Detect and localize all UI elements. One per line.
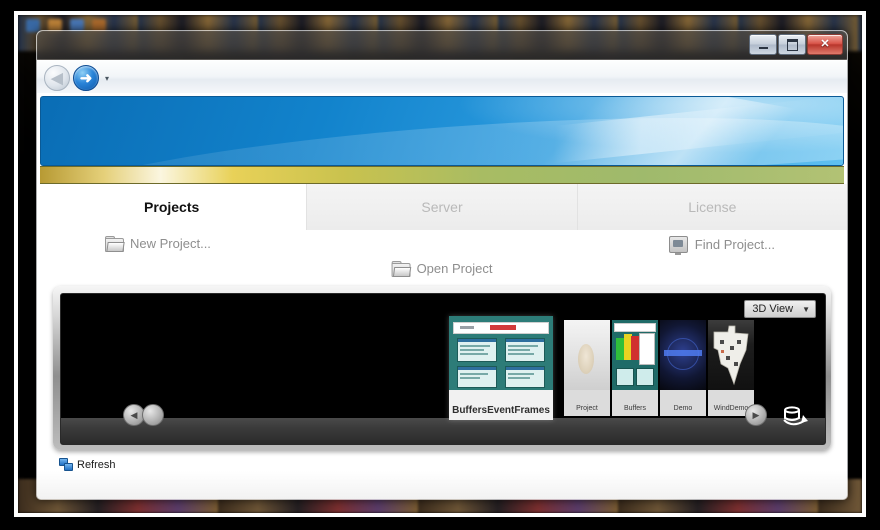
carousel-item[interactable]: WindDemo [708,320,754,416]
window-controls: ✕ [749,34,843,55]
project-thumbnail [564,320,610,390]
chevron-down-icon: ▼ [802,304,810,314]
thumbnail-panel [505,338,545,362]
forward-arrow-icon: ➜ [79,69,93,87]
open-project-label: Open Project [416,261,493,276]
new-project-icon [105,236,125,252]
carousel-cards: BuffersEventFrames Project Buffers Demo … [61,294,825,444]
client-area: Projects Server License New Project... O… [37,93,847,499]
thumbnail-panel [636,368,654,386]
carousel-item-label: BuffersEventFrames [449,402,553,420]
new-project-button[interactable]: New Project... [105,236,211,252]
view-mode-dropdown[interactable]: 3D View ▼ [744,300,816,318]
carousel-item[interactable]: Buffers [612,320,658,416]
tab-projects[interactable]: Projects [37,184,307,230]
rotate-stack-icon [783,406,808,426]
find-project-icon [668,236,688,255]
screenshot-root: ✕ ◀ ➜ ▾ Projects Server License New Proj… [0,0,880,530]
minimize-icon [758,46,768,49]
rotate-view-button[interactable] [779,404,809,430]
thumbnail-panel [639,333,655,365]
thumbnail-titlebar [453,322,549,334]
project-carousel[interactable]: 3D View ▼ BuffersEventFrames Project Buf… [60,293,826,445]
command-links-row: New Project... Open Project Find Project… [37,230,847,286]
title-bar: ✕ [37,31,847,60]
tab-projects-label: Projects [144,199,200,215]
carousel-item-label: Demo [660,402,706,416]
tab-bar: Projects Server License [37,184,847,230]
application-window: ✕ ◀ ➜ ▾ Projects Server License New Proj… [36,30,848,500]
tab-server[interactable]: Server [306,184,577,230]
project-carousel-panel: 3D View ▼ BuffersEventFrames Project Buf… [53,286,831,450]
back-button[interactable]: ◀ [44,65,70,91]
thumbnail-shape [664,350,702,356]
maximize-icon [786,38,798,51]
open-project-icon [391,261,412,277]
thumbnail-shape [578,344,594,374]
carousel-secondary-button[interactable] [142,404,164,426]
right-arrow-icon: ▶ [752,409,760,420]
project-thumbnail [612,320,658,390]
project-thumbnail [708,320,754,390]
new-project-label: New Project... [130,236,211,251]
find-project-button[interactable]: Find Project... [668,236,775,255]
carousel-item[interactable]: Project [564,320,610,416]
chevron-down-icon[interactable]: ▾ [105,74,109,83]
tab-server-label: Server [421,199,463,215]
forward-button[interactable]: ➜ [73,65,99,91]
carousel-next-button[interactable]: ▶ [745,404,767,426]
open-project-button[interactable]: Open Project [391,261,493,277]
carousel-item-label: Project [564,402,610,416]
thumbnail-panel [616,368,634,386]
close-icon: ✕ [820,38,830,50]
refresh-row: Refresh [37,450,847,471]
back-arrow-icon: ◀ [51,69,63,87]
accent-strip [40,166,844,184]
navigation-toolbar: ◀ ➜ ▾ [37,60,847,96]
thumbnail-panel [505,366,545,388]
carousel-item[interactable]: Demo [660,320,706,416]
refresh-icon [59,458,73,471]
header-banner [40,96,844,166]
view-mode-label: 3D View [752,303,794,315]
thumbnail-titlebar [614,323,656,332]
refresh-button[interactable]: Refresh [77,459,116,471]
bottom-padding [37,471,847,499]
close-button[interactable]: ✕ [807,34,843,55]
find-project-label: Find Project... [694,237,775,252]
left-arrow-icon: ◀ [130,409,138,420]
minimize-button[interactable] [749,34,777,55]
maximize-button[interactable] [778,34,806,55]
tab-license[interactable]: License [576,184,847,230]
thumbnail-panel [457,338,497,362]
tab-license-label: License [688,199,737,215]
texas-map-icon [713,325,749,386]
carousel-item-label: Buffers [612,402,658,416]
project-thumbnail [449,316,553,390]
project-thumbnail [660,320,706,390]
carousel-item-selected[interactable]: BuffersEventFrames [449,316,553,420]
thumbnail-panel [457,366,497,388]
